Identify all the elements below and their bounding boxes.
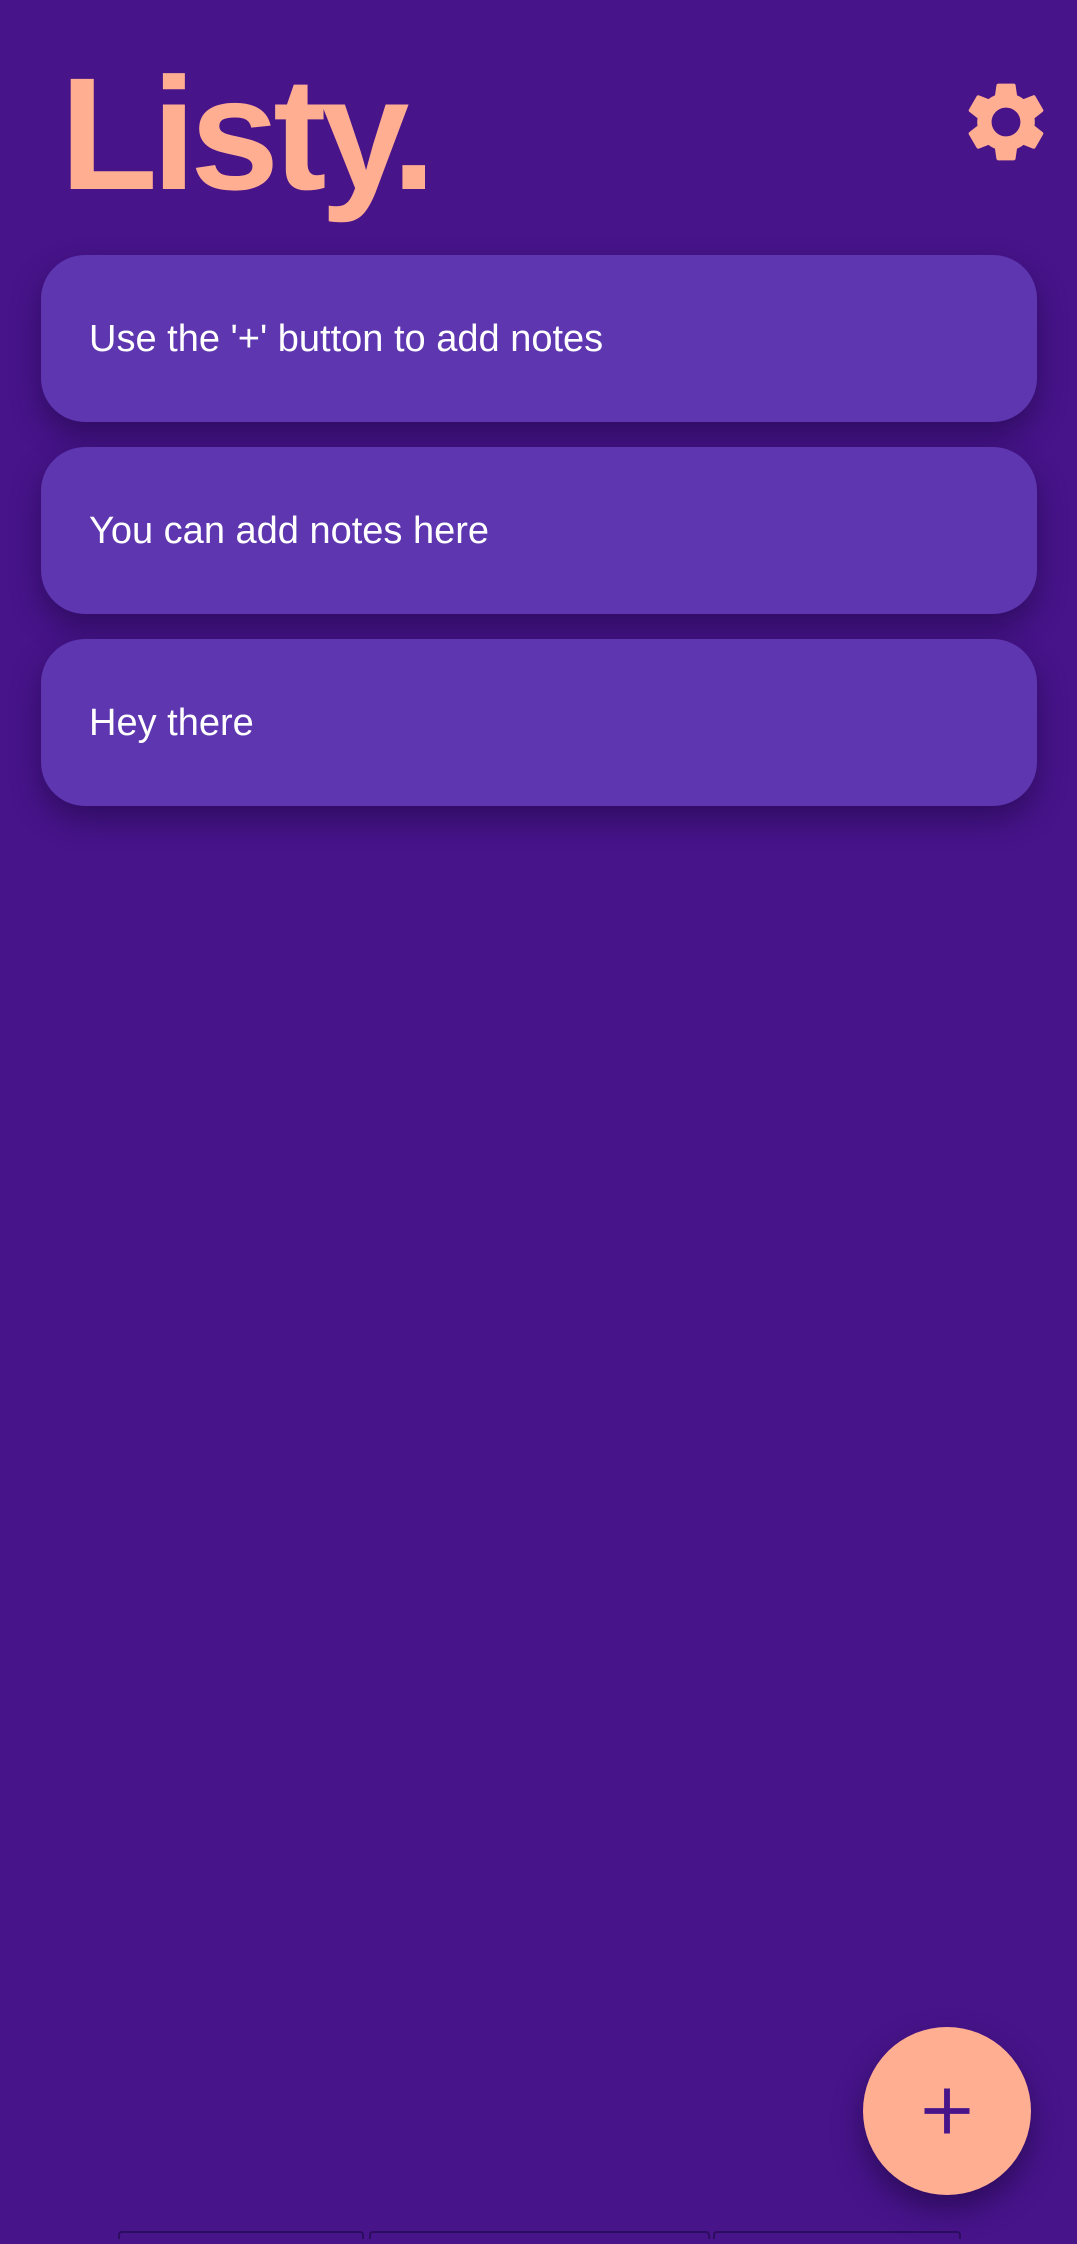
notes-list: Use the '+' button to add notes You can … (41, 255, 1037, 806)
add-note-button[interactable] (863, 2027, 1031, 2195)
plus-icon (924, 2088, 970, 2134)
gear-icon (968, 83, 1044, 161)
note-text: Hey there (89, 701, 254, 744)
gesture-bar-right (713, 2231, 961, 2239)
note-text: Use the '+' button to add notes (89, 317, 604, 360)
app-title: Listy. (60, 44, 436, 223)
note-card[interactable]: Use the '+' button to add notes (41, 255, 1037, 422)
note-card[interactable]: Hey there (41, 639, 1037, 806)
gesture-bar-left (118, 2231, 364, 2239)
gesture-bar-center (369, 2231, 710, 2239)
note-text: You can add notes here (89, 509, 490, 552)
settings-button[interactable] (958, 74, 1054, 170)
note-card[interactable]: You can add notes here (41, 447, 1037, 614)
